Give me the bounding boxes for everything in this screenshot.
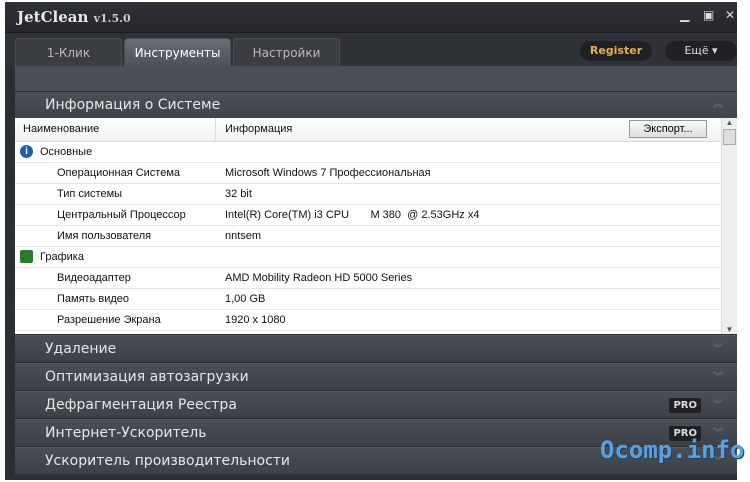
table-row[interactable]: Память видео 1,00 GB xyxy=(15,289,737,310)
tab-1-click[interactable]: 1-Клик xyxy=(15,38,122,67)
expand-icon[interactable]: ︾ xyxy=(713,336,723,363)
group-row: Графика xyxy=(15,247,737,268)
scrollbar[interactable]: ▲ ▼ xyxy=(721,118,737,334)
table-row[interactable]: Разрешение Экрана 1920 x 1080 xyxy=(15,310,737,331)
section-header[interactable]: Удаление ︾ xyxy=(15,335,737,362)
table-row[interactable]: Центральный Процессор Intel(R) Core(TM) i… xyxy=(15,205,737,226)
scroll-down-icon[interactable]: ▼ xyxy=(722,325,737,334)
section-header[interactable]: Оптимизация автозагрузки ︾ xyxy=(15,363,737,390)
row-name: Видеоадаптер xyxy=(57,272,131,284)
app-version: v1.5.0 xyxy=(93,12,131,25)
row-value: nntsem xyxy=(225,230,262,242)
group-name: Графика xyxy=(40,251,84,263)
watermark: Ocomp.info xyxy=(600,436,745,464)
table-row[interactable]: Тип системы 32 bit xyxy=(15,184,737,205)
row-name: Тип системы xyxy=(57,188,123,200)
close-button[interactable]: ✕ xyxy=(725,8,735,22)
section-header[interactable]: Дефрагментация Реестра PRO ︾ xyxy=(15,391,737,418)
export-button[interactable]: Экспорт... xyxy=(629,120,707,138)
tab-bar: 1-Клик Инструменты Настройки Register Ещ… xyxy=(5,33,737,67)
group-name: Основные xyxy=(40,146,93,158)
minimize-button[interactable]: ▁ xyxy=(680,8,689,22)
row-name: Операционная Система xyxy=(57,167,181,179)
row-value: 1,00 GB xyxy=(225,293,266,305)
system-info-table: Наименование Информация Экспорт... i Осно… xyxy=(15,118,737,334)
row-value: Intel(R) Core(TM) i3 CPU M 380 @ 2.53GHz… xyxy=(225,209,480,221)
row-name: Центральный Процессор xyxy=(57,209,186,221)
scroll-thumb[interactable] xyxy=(723,129,736,145)
app-window: JetClean v1.5.0 ▁ ▣ ✕ 1-Клик Инструменты… xyxy=(5,2,737,480)
graphics-card-icon xyxy=(20,250,33,263)
table-header: Наименование Информация Экспорт... xyxy=(15,118,737,142)
register-button[interactable]: Register xyxy=(580,41,652,61)
expand-icon[interactable]: ︾ xyxy=(713,364,723,391)
column-info: Информация xyxy=(225,123,293,135)
row-value: 1920 x 1080 xyxy=(225,314,286,326)
collapse-icon[interactable]: ︽ xyxy=(713,92,723,118)
tab-tools[interactable]: Инструменты xyxy=(124,38,231,67)
row-name: Имя пользователя xyxy=(57,230,152,242)
table-row[interactable]: Видеоадаптер AMD Mobility Radeon HD 5000 … xyxy=(15,268,737,289)
toolbar-strip xyxy=(15,66,737,92)
title-bar: JetClean v1.5.0 ▁ ▣ ✕ xyxy=(5,2,737,33)
row-name: Память видео xyxy=(57,293,130,305)
tab-settings[interactable]: Настройки xyxy=(233,38,340,67)
table-row[interactable]: Имя пользователя nntsem xyxy=(15,226,737,247)
expand-icon[interactable]: ︾ xyxy=(713,392,723,419)
scroll-up-icon[interactable]: ▲ xyxy=(722,118,737,127)
row-name: Разрешение Экрана xyxy=(57,314,161,326)
group-row: i Основные xyxy=(15,142,737,163)
section-header-system-info[interactable]: Информация о Системе ︽ xyxy=(15,92,737,118)
row-value: Microsoft Windows 7 Профессиональная xyxy=(225,167,431,179)
info-icon: i xyxy=(20,145,33,158)
pro-badge: PRO xyxy=(669,398,701,413)
row-value: AMD Mobility Radeon HD 5000 Series xyxy=(225,272,413,284)
more-button[interactable]: Ещё ▾ xyxy=(665,41,737,61)
column-name: Наименование xyxy=(23,123,100,135)
row-value: 32 bit xyxy=(225,188,252,200)
maximize-button[interactable]: ▣ xyxy=(703,8,714,22)
table-row[interactable]: Операционная Система Microsoft Windows 7 … xyxy=(15,163,737,184)
app-title: JetClean v1.5.0 xyxy=(17,8,131,26)
